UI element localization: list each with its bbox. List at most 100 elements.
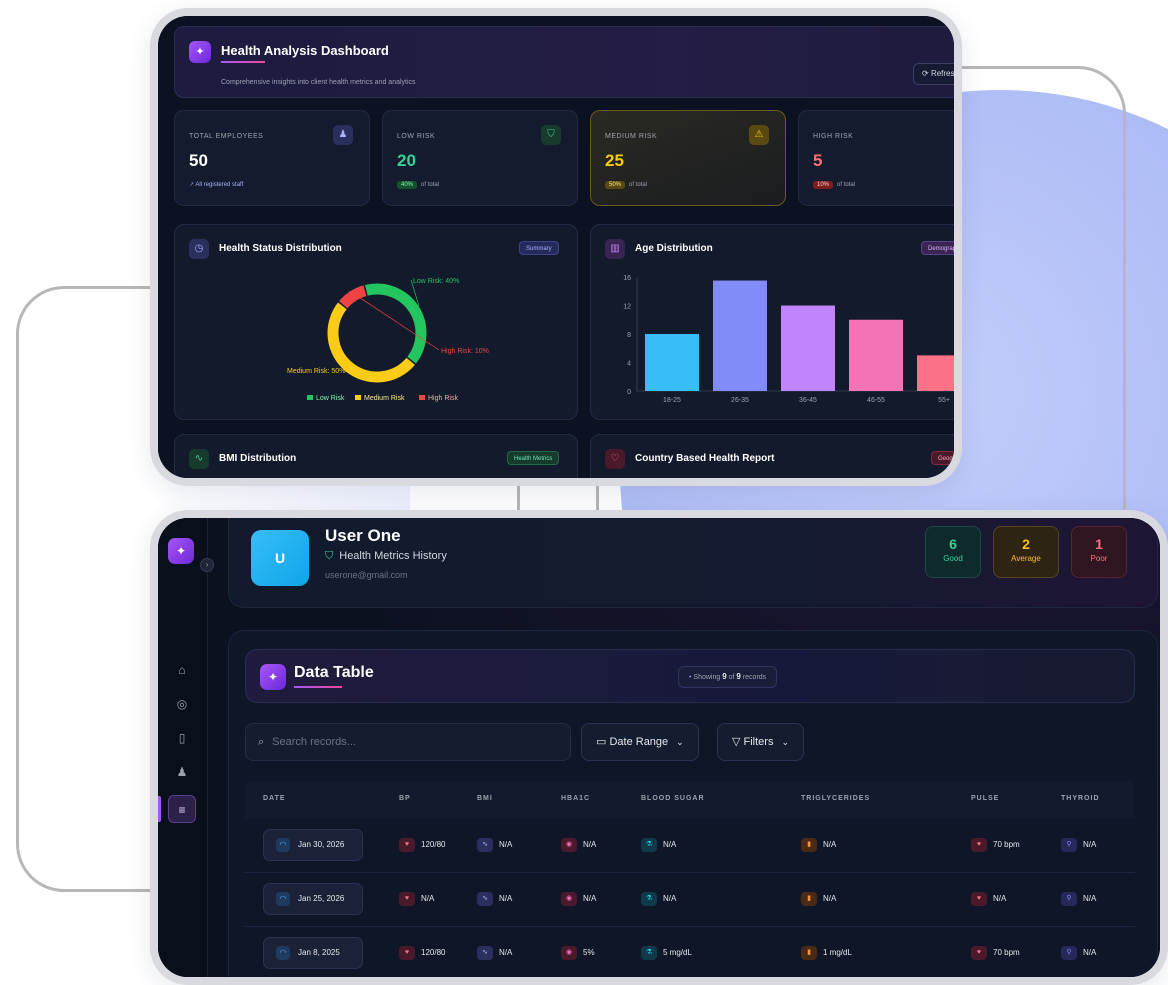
users-icon[interactable]: ♟ bbox=[168, 758, 196, 786]
bar[interactable] bbox=[781, 305, 835, 392]
score-value: 6 bbox=[949, 536, 957, 552]
building-icon[interactable]: ▯ bbox=[168, 724, 196, 752]
data-label: High Risk: 10% bbox=[441, 348, 489, 355]
table-header-row: DATE BP BMI HBA1C BLOOD SUGAR TRIGLYCERI… bbox=[245, 781, 1135, 819]
panel-bmi-distribution: ∿ BMI Distribution Health Metrics bbox=[174, 434, 578, 478]
bar-icon: ▮ bbox=[801, 837, 817, 852]
data-table-card: ✦ Data Table • Showing 9 of 9 records ⌕ S… bbox=[228, 630, 1158, 977]
score-label: Good bbox=[943, 554, 963, 563]
sparkle-icon[interactable]: ✦ bbox=[168, 538, 194, 564]
table-cell: ▮ 1 mg/dL bbox=[801, 943, 852, 963]
stat-footnote: 10% of total bbox=[813, 181, 855, 189]
bar[interactable] bbox=[713, 280, 767, 391]
legend-label[interactable]: Low Risk bbox=[316, 395, 345, 402]
column-header[interactable]: DATE bbox=[263, 795, 286, 802]
pie-slice[interactable] bbox=[327, 302, 415, 383]
bar[interactable] bbox=[849, 319, 903, 391]
column-header[interactable]: BMI bbox=[477, 795, 493, 802]
column-header[interactable]: HBA1C bbox=[561, 795, 590, 802]
bar[interactable] bbox=[645, 334, 699, 391]
x-tick-label: 18-25 bbox=[663, 397, 681, 404]
pie-slice[interactable] bbox=[365, 283, 427, 364]
warning-icon: ⚠ bbox=[749, 125, 769, 145]
activity-icon: ∿ bbox=[477, 945, 493, 960]
refresh-icon: ⟳ bbox=[922, 69, 931, 78]
table-screenshot-frame: ✦ › ⌂ ◎ ▯ ♟ ≡ U User One ⛉ Health Metrics… bbox=[150, 510, 1168, 985]
data-table-header: ✦ Data Table • Showing 9 of 9 records bbox=[245, 649, 1135, 703]
score-good: 6 Good bbox=[925, 526, 981, 578]
age-distribution-bar-chart: 0 4 8 12 16 18-25 26-35 36-45 46-55 55+ bbox=[623, 275, 954, 404]
y-tick-label: 12 bbox=[623, 304, 631, 311]
table-cell: ♥ 120/80 bbox=[399, 835, 445, 855]
x-tick-label: 55+ bbox=[938, 397, 950, 404]
table-row[interactable]: ◠ Jan 30, 2026 ♥ 120/80 ∿ N/A ◉ N/A ⚗ N/A ▮ N/A ♥ 70 … bbox=[245, 819, 1135, 873]
droplet-icon: ◉ bbox=[561, 891, 577, 906]
column-header[interactable]: THYROID bbox=[1061, 795, 1100, 802]
column-header[interactable]: BP bbox=[399, 795, 411, 802]
user-subtitle: ⛉ Health Metrics History bbox=[325, 550, 447, 562]
column-header[interactable]: BLOOD SUGAR bbox=[641, 795, 705, 802]
filters-button[interactable]: ▽ Filters ⌄ bbox=[717, 723, 805, 761]
health-status-donut-chart: Low Risk: 40% Medium Risk: 50% High Risk: … bbox=[287, 278, 489, 402]
home-icon[interactable]: ⌂ bbox=[168, 656, 196, 684]
panel-title: Country Based Health Report bbox=[635, 453, 775, 464]
table-row[interactable]: ◠ Jan 25, 2026 ♥ N/A ∿ N/A ◉ N/A ⚗ N/A ▮ N/A ♥ N/A ⚲ N/… bbox=[245, 873, 1135, 927]
search-input[interactable]: ⌕ Search records... bbox=[245, 723, 571, 761]
pulse-heart-icon: ♥ bbox=[971, 891, 987, 906]
stat-card-total-employees[interactable]: TOTAL EMPLOYEES ♟ 50 ↗ All registered st… bbox=[174, 110, 370, 206]
stat-label: HIGH RISK bbox=[813, 133, 854, 140]
bar-icon: ▮ bbox=[801, 945, 817, 960]
stat-card-low-risk[interactable]: LOW RISK ⛉ 20 40% of total bbox=[382, 110, 578, 206]
table-viewport: ✦ › ⌂ ◎ ▯ ♟ ≡ U User One ⛉ Health Metrics… bbox=[158, 518, 1160, 977]
sparkle-icon: ✦ bbox=[189, 41, 211, 63]
y-tick-label: 0 bbox=[627, 389, 631, 396]
stage: ✦ Health Analysis Dashboard Comprehensiv… bbox=[0, 0, 1168, 985]
panel-title: BMI Distribution bbox=[219, 453, 297, 464]
location-icon[interactable]: ◎ bbox=[168, 690, 196, 718]
flask-icon: ⚗ bbox=[641, 945, 657, 960]
droplet-icon: ◉ bbox=[561, 945, 577, 960]
column-header[interactable]: PULSE bbox=[971, 795, 999, 802]
data-label: Low Risk: 40% bbox=[413, 278, 459, 285]
search-icon: ⌕ bbox=[258, 736, 265, 748]
y-tick-label: 8 bbox=[627, 332, 631, 339]
refresh-button[interactable]: ⟳ Refresh bbox=[913, 63, 954, 85]
dashboard-header: ✦ Health Analysis Dashboard Comprehensiv… bbox=[174, 26, 954, 98]
legend-swatch bbox=[355, 395, 361, 400]
y-tick-label: 4 bbox=[627, 361, 631, 368]
link-icon: ⚲ bbox=[1061, 837, 1077, 852]
pie-slice[interactable] bbox=[339, 285, 367, 309]
link-icon: ⚲ bbox=[1061, 891, 1077, 906]
connector-line-center-2 bbox=[596, 484, 599, 512]
legend-label[interactable]: High Risk bbox=[428, 395, 458, 402]
legend-label[interactable]: Medium Risk bbox=[364, 395, 405, 402]
geography-badge: Geography bbox=[931, 451, 954, 465]
health-dashboard: ✦ Health Analysis Dashboard Comprehensiv… bbox=[158, 16, 954, 478]
table-cell: ▮ N/A bbox=[801, 889, 836, 909]
title-underline bbox=[221, 61, 265, 63]
table-cell: ◉ N/A bbox=[561, 835, 596, 855]
health-metrics-app: ✦ › ⌂ ◎ ▯ ♟ ≡ U User One ⛉ Health Metrics… bbox=[158, 518, 1160, 977]
heart-icon: ♥ bbox=[399, 945, 415, 960]
stat-card-high-risk[interactable]: HIGH RISK 5 10% of total bbox=[798, 110, 954, 206]
database-icon[interactable]: ≡ bbox=[168, 795, 196, 823]
table-cell: ♥ 120/80 bbox=[399, 943, 445, 963]
stat-footnote: 40% of total bbox=[397, 181, 439, 189]
table-cell: ⚗ N/A bbox=[641, 889, 676, 909]
chevron-right-icon[interactable]: › bbox=[200, 558, 214, 572]
heart-icon: ♥ bbox=[399, 837, 415, 852]
bar[interactable] bbox=[917, 355, 954, 391]
user-email: userone@gmail.com bbox=[325, 570, 408, 580]
droplet-icon: ◉ bbox=[561, 837, 577, 852]
column-header[interactable]: TRIGLYCERIDES bbox=[801, 795, 870, 802]
pulse-heart-icon: ♥ bbox=[971, 945, 987, 960]
table-row[interactable]: ◠ Jan 8, 2025 ♥ 120/80 ∿ N/A ◉ 5% ⚗ 5 mg/dL ▮ 1 mg/… bbox=[245, 927, 1135, 977]
stat-card-medium-risk[interactable]: MEDIUM RISK ⚠ 25 50% of total bbox=[590, 110, 786, 206]
date-range-button[interactable]: ▭ Date Range ⌄ bbox=[581, 723, 699, 761]
dashboard-viewport: ✦ Health Analysis Dashboard Comprehensiv… bbox=[158, 16, 954, 478]
activity-icon: ∿ bbox=[477, 837, 493, 852]
stat-label: LOW RISK bbox=[397, 133, 436, 140]
sparkle-icon: ✦ bbox=[260, 664, 286, 690]
stat-value: 5 bbox=[813, 151, 823, 170]
score-label: Poor bbox=[1090, 554, 1108, 563]
